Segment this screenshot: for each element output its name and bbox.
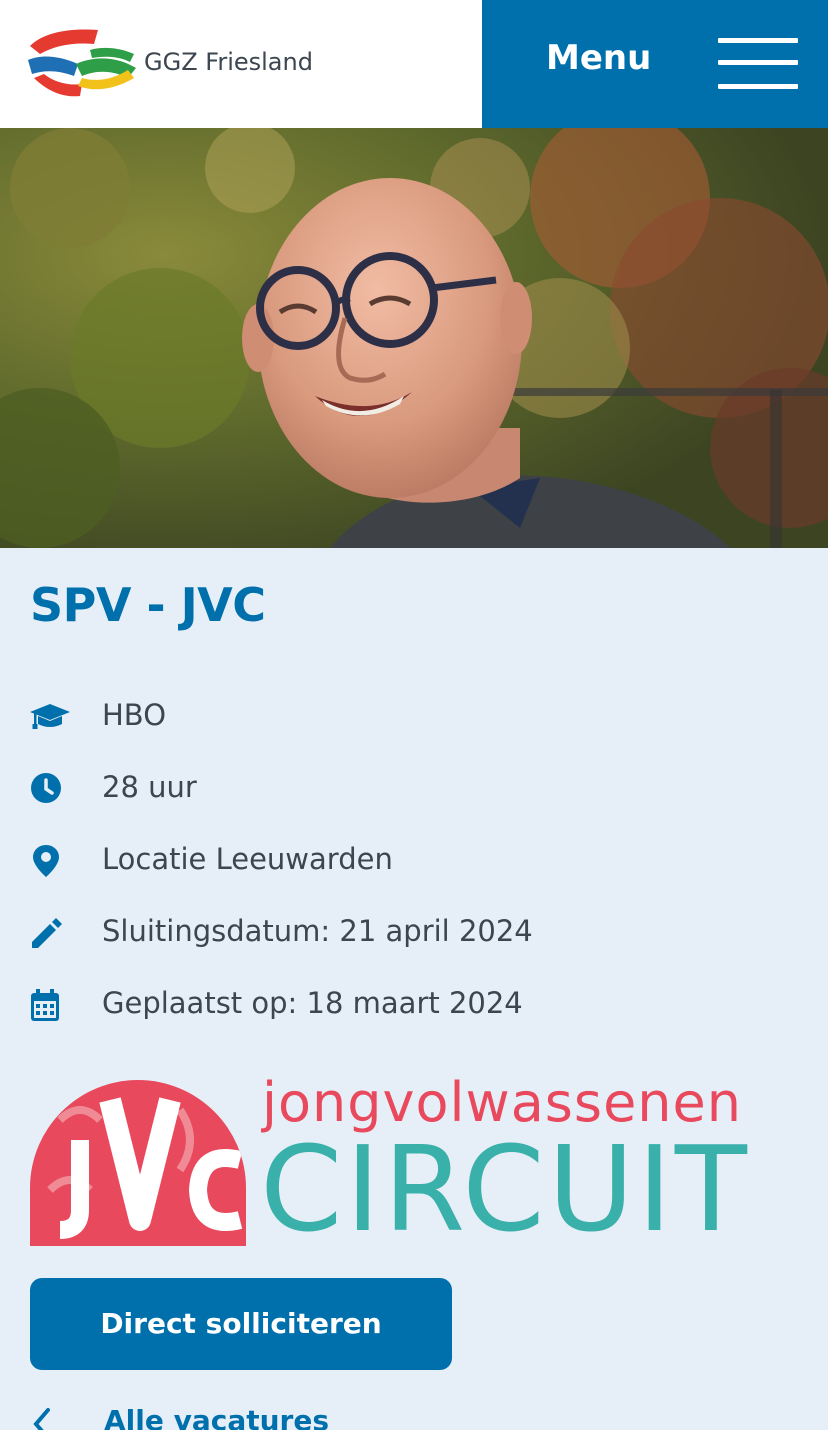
meta-location-text: Locatie Leeuwarden: [102, 842, 393, 876]
hero-image: [0, 128, 828, 548]
jvc-mark-icon: [30, 1080, 246, 1246]
pencil-icon: [30, 916, 62, 948]
calendar-icon: [30, 988, 62, 1021]
menu-label: Menu: [546, 38, 652, 78]
all-vacancies-label: Alle vacatures: [104, 1404, 330, 1430]
vacancy-content: SPV - JVC HBO 28 uur Locatie Leeuwarden …: [0, 548, 828, 1430]
jvc-logo-line2: CIRCUIT: [260, 1120, 750, 1258]
ggz-logo[interactable]: [24, 24, 144, 104]
meta-posted-date-text: Geplaatst op: 18 maart 2024: [102, 986, 523, 1020]
vacancy-title: SPV - JVC: [30, 578, 266, 632]
meta-hours: 28 uur: [30, 766, 790, 810]
chevron-left-icon: [30, 1404, 70, 1430]
apply-button[interactable]: Direct solliciteren: [30, 1278, 452, 1370]
site-header: GGZ Friesland Menu: [0, 0, 828, 128]
menu-button[interactable]: Menu: [482, 0, 828, 128]
hamburger-icon[interactable]: [718, 36, 798, 92]
jvc-program-logo: jongvolwassenen CIRCUIT: [30, 1068, 800, 1258]
meta-education: HBO: [30, 694, 790, 738]
meta-education-text: HBO: [102, 698, 167, 732]
meta-closing-date-text: Sluitingsdatum: 21 april 2024: [102, 914, 533, 948]
meta-posted-date: Geplaatst op: 18 maart 2024: [30, 982, 790, 1026]
graduation-cap-icon: [30, 700, 70, 732]
brand-name: GGZ Friesland: [144, 48, 313, 76]
meta-closing-date: Sluitingsdatum: 21 april 2024: [30, 910, 790, 954]
clock-icon: [30, 772, 62, 804]
location-pin-icon: [30, 844, 62, 877]
meta-location: Locatie Leeuwarden: [30, 838, 790, 882]
all-vacancies-link[interactable]: Alle vacatures: [30, 1404, 329, 1430]
meta-hours-text: 28 uur: [102, 770, 197, 804]
